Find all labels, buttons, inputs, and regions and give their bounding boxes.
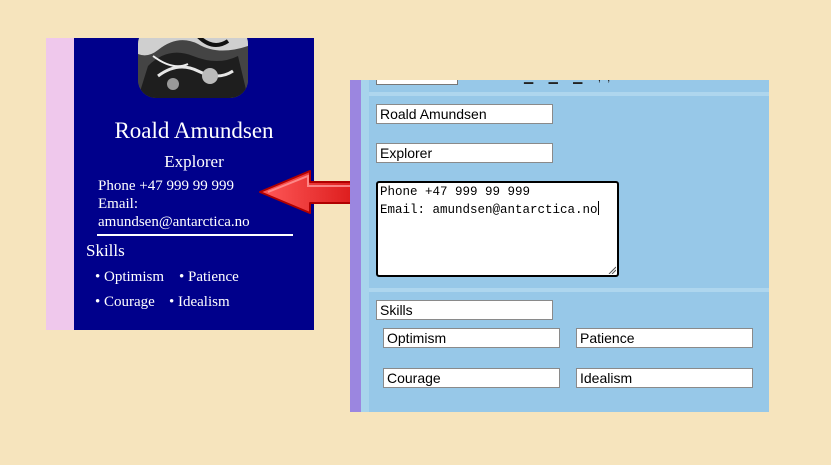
skill-input-1[interactable]: Optimism xyxy=(383,328,560,348)
contact-textarea[interactable]: Phone +47 999 99 999 Email: amundsen@ant… xyxy=(376,181,619,277)
title-input[interactable]: Explorer xyxy=(376,143,553,163)
preview-skills-heading: Skills xyxy=(86,241,125,260)
contact-textarea-text: Phone +47 999 99 999 Email: amundsen@ant… xyxy=(380,185,598,217)
preview-skill-item: • Patience xyxy=(179,269,239,285)
skills-heading-input[interactable]: Skills xyxy=(376,300,553,320)
skill-input-3[interactable]: Courage xyxy=(383,368,560,388)
preview-skill-item: • Idealism xyxy=(169,294,230,310)
skill-input-2[interactable]: Patience xyxy=(576,328,753,348)
skill-input-4[interactable]: Idealism xyxy=(576,368,753,388)
section-separator xyxy=(369,288,769,292)
preview-skill-item: • Courage xyxy=(95,294,155,310)
section-separator xyxy=(369,92,769,96)
name-input[interactable]: Roald Amundsen xyxy=(376,104,553,124)
profile-photo xyxy=(138,38,248,98)
editor-left-edge xyxy=(350,80,361,412)
resume-editor-form: ▁ ▁ ▁ ,, Roald Amundsen Explorer Phone +… xyxy=(350,80,769,412)
text-caret xyxy=(597,200,599,215)
preview-divider xyxy=(97,234,293,236)
preview-name: Roald Amundsen xyxy=(114,118,274,143)
resize-grip-icon[interactable] xyxy=(608,266,616,274)
preview-side-strip xyxy=(46,38,74,330)
clipped-top-field[interactable] xyxy=(376,80,458,85)
editor-inner-edge xyxy=(361,80,369,412)
preview-skill-item: • Optimism xyxy=(95,269,165,285)
clipped-top-marks: ▁ ▁ ▁ ,, xyxy=(524,80,616,84)
